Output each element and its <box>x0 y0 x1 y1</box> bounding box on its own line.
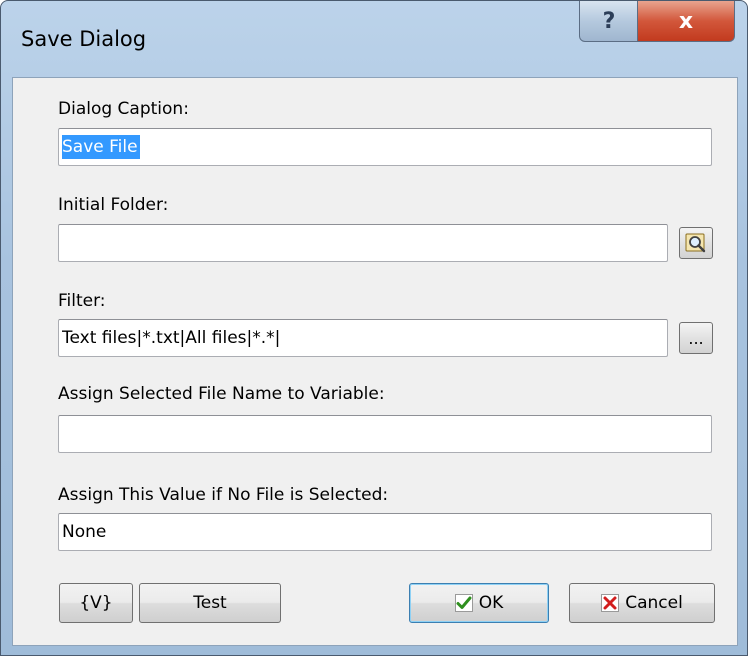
dialog-caption-label: Dialog Caption: <box>58 99 189 119</box>
assign-variable-input[interactable] <box>58 415 712 453</box>
checkmark-icon <box>454 594 473 612</box>
insert-variable-button[interactable]: {V} <box>59 583 133 623</box>
dialog-body: Dialog Caption: Save File Initial Folder… <box>12 77 738 646</box>
folder-search-icon <box>685 233 706 253</box>
ok-button[interactable]: OK <box>409 583 549 623</box>
dialog-caption-selected-text: Save File <box>62 135 140 159</box>
assign-variable-label: Assign Selected File Name to Variable: <box>58 384 385 404</box>
default-value-label: Assign This Value if No File is Selected… <box>58 485 389 505</box>
close-button[interactable]: x <box>637 1 735 42</box>
ellipsis-icon: ... <box>688 328 704 348</box>
initial-folder-input[interactable] <box>58 224 668 262</box>
ok-button-label: OK <box>478 593 504 613</box>
filter-label: Filter: <box>58 291 106 311</box>
default-value-input[interactable] <box>58 513 712 551</box>
help-icon: ? <box>602 8 616 34</box>
cancel-x-icon <box>601 594 620 612</box>
window-title: Save Dialog <box>21 27 147 51</box>
filter-input[interactable] <box>58 319 668 357</box>
help-button[interactable]: ? <box>579 1 639 42</box>
dialog-caption-input[interactable]: Save File <box>58 128 712 166</box>
test-button-label: Test <box>193 593 227 613</box>
test-button[interactable]: Test <box>139 583 281 623</box>
save-dialog-window: Save Dialog ? x Dialog Caption: Save Fil… <box>0 0 748 656</box>
browse-folder-button[interactable] <box>679 227 713 259</box>
edit-filter-button[interactable]: ... <box>679 322 713 354</box>
insert-variable-label: {V} <box>79 593 113 613</box>
cancel-button[interactable]: Cancel <box>569 583 715 623</box>
title-bar[interactable]: Save Dialog ? x <box>1 1 747 77</box>
close-icon: x <box>678 8 694 34</box>
initial-folder-label: Initial Folder: <box>58 195 169 215</box>
cancel-button-label: Cancel <box>625 593 683 613</box>
